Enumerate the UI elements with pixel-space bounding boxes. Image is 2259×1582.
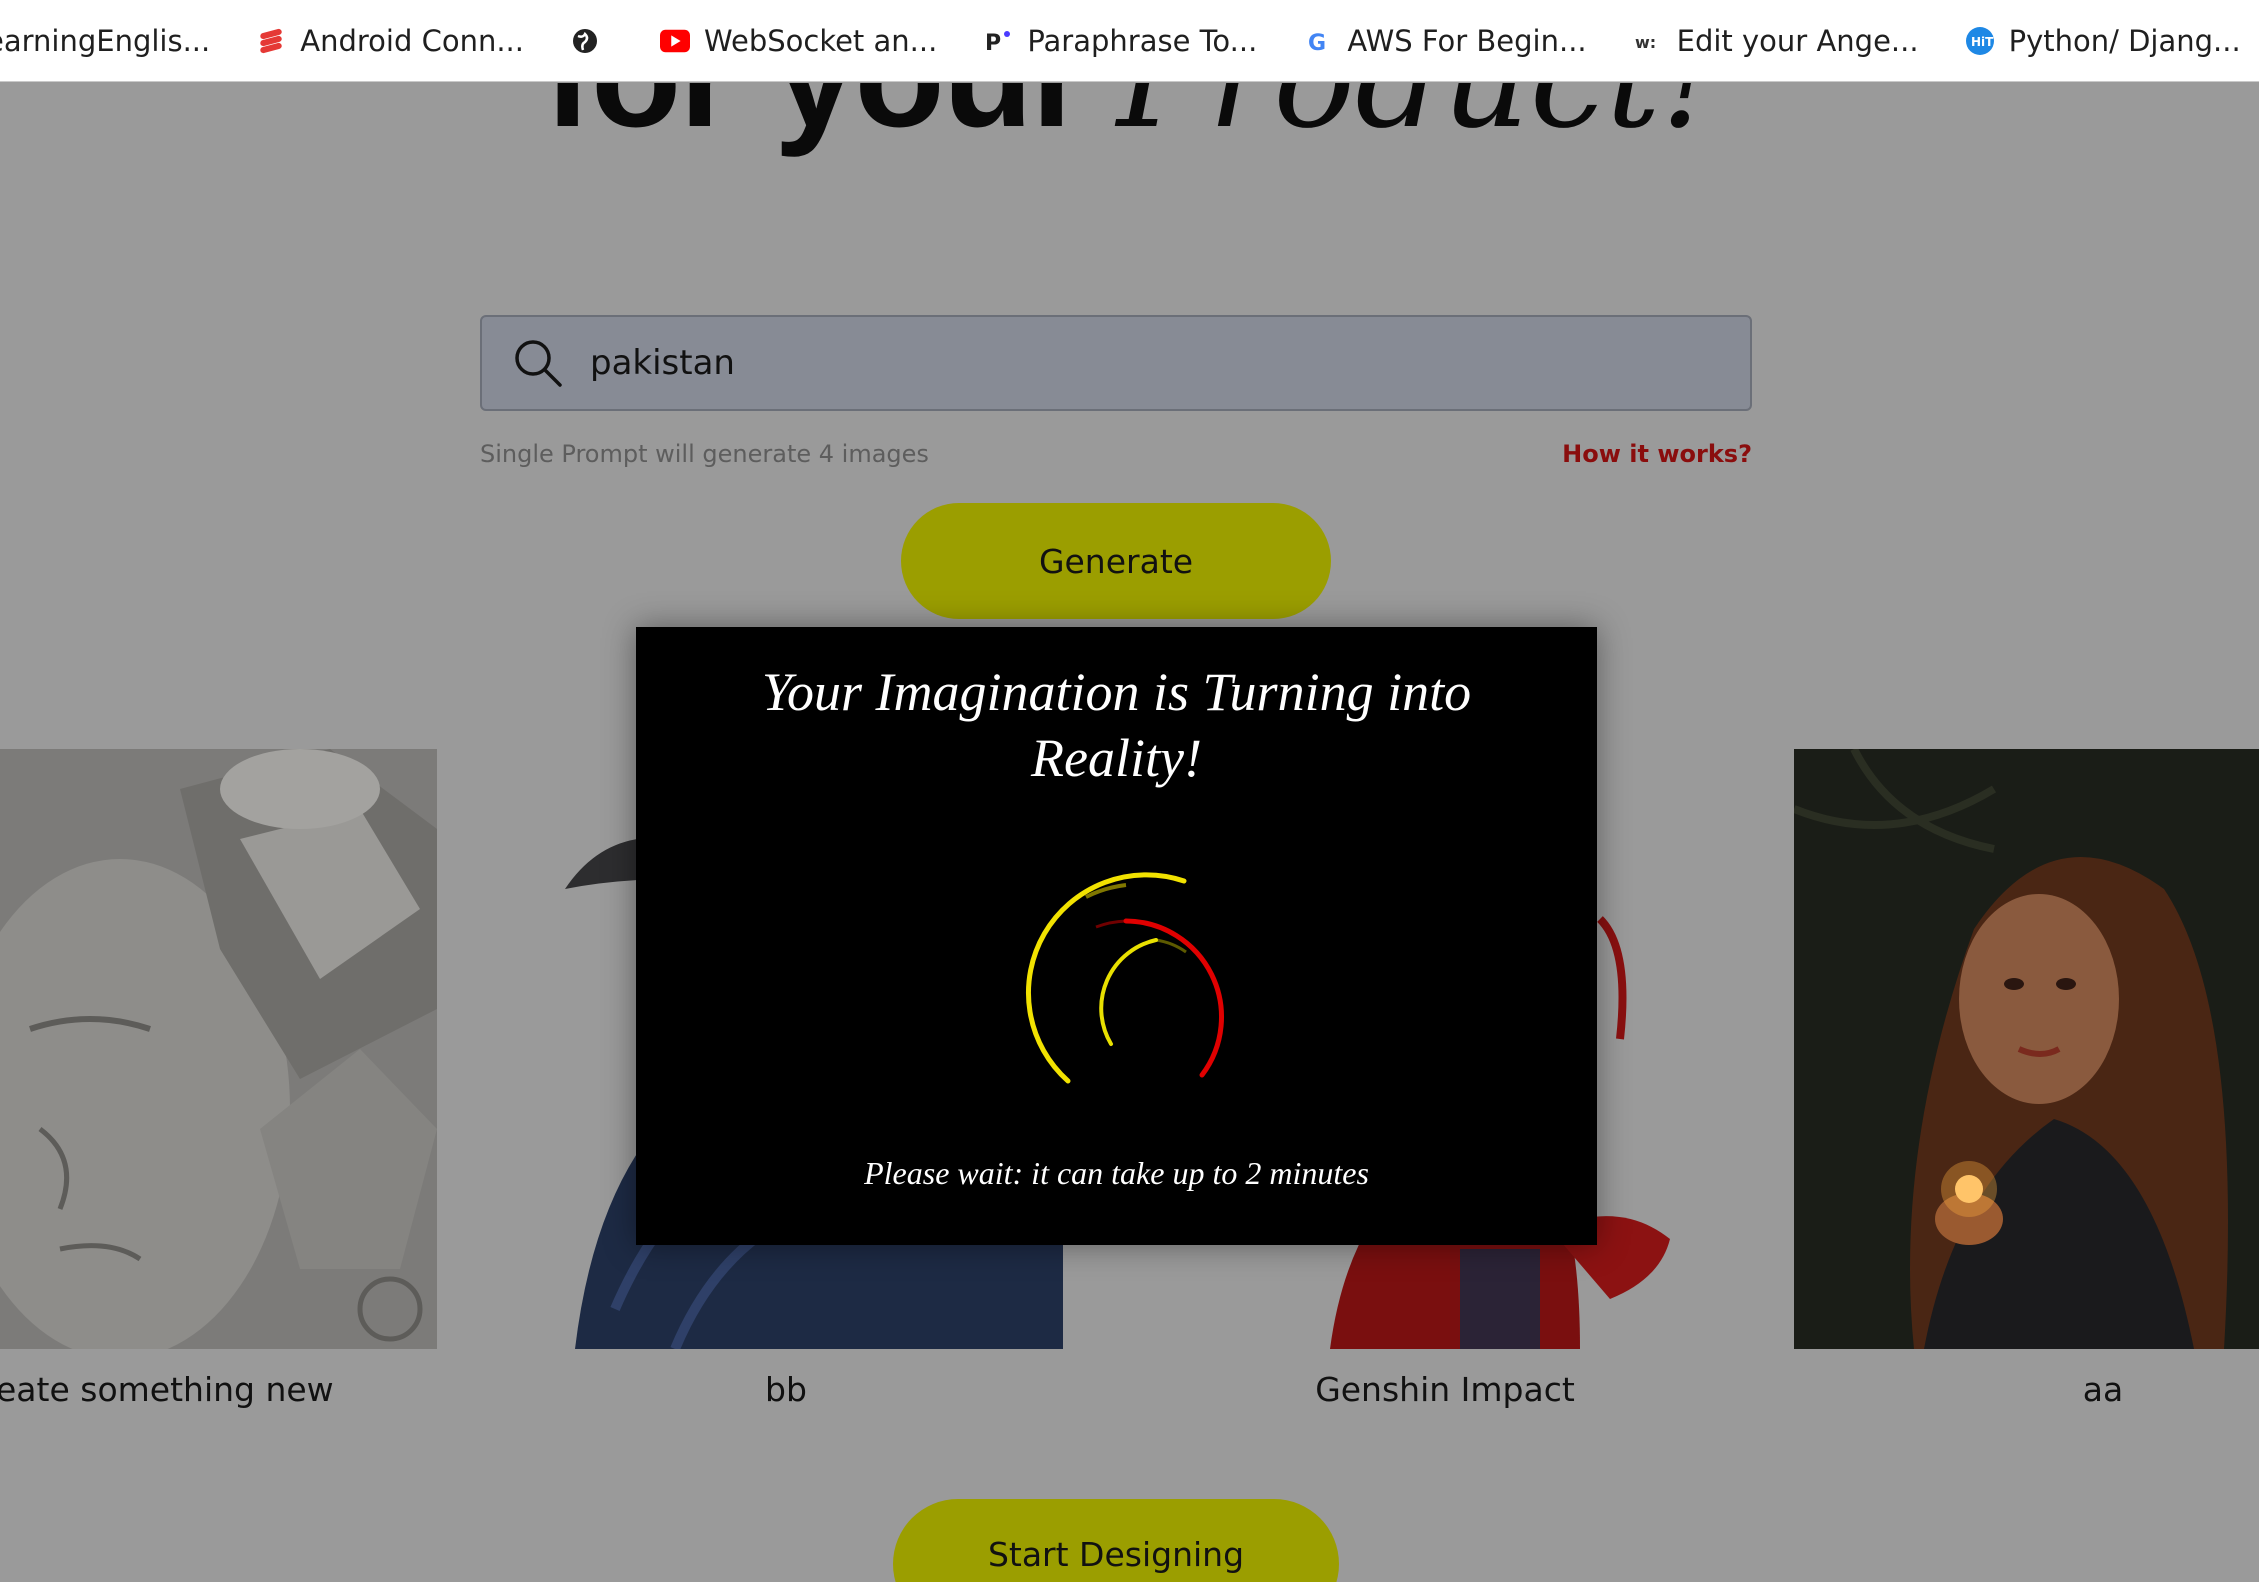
bookmark-label: earningEnglis... — [0, 23, 211, 58]
bookmark-python-django[interactable]: HiT Python/ Djang... — [1965, 0, 2241, 81]
prompt-input[interactable]: pakistan — [480, 315, 1752, 411]
bookmark-label: WebSocket an... — [704, 23, 938, 58]
search-icon — [515, 340, 562, 387]
statue-image — [0, 749, 437, 1349]
stack-icon — [256, 26, 286, 56]
bookmark-edit-angel[interactable]: w: Edit your Ange... — [1633, 0, 1919, 81]
svg-text:P: P — [985, 31, 1001, 56]
prompt-hint: Single Prompt will generate 4 images — [480, 440, 929, 468]
bookmark-paraphrase[interactable]: P Paraphrase To... — [983, 0, 1258, 81]
bookmark-label: Android Conn... — [300, 23, 524, 58]
bookmark-label: AWS For Begin... — [1347, 23, 1587, 58]
generate-button[interactable]: Generate — [901, 503, 1331, 619]
bookmark-label: Edit your Ange... — [1676, 23, 1919, 58]
how-it-works-link[interactable]: How it works? — [1562, 440, 1752, 468]
svg-text:w:: w: — [1635, 33, 1656, 52]
gallery-card-girl[interactable] — [1794, 749, 2259, 1349]
generate-label: Generate — [1038, 541, 1194, 581]
hit-icon: HiT — [1965, 26, 1995, 56]
youtube-icon — [660, 26, 690, 56]
gallery-label: bb — [765, 1370, 807, 1409]
gallery-label: eate something new — [0, 1370, 334, 1409]
modal-wait-text: Please wait: it can take up to 2 minutes — [864, 1155, 1369, 1191]
hero-script-text: Product! — [1117, 83, 1716, 159]
bookmark-android-conn[interactable]: Android Conn... — [256, 0, 524, 81]
loading-spinner-icon — [1025, 872, 1224, 1084]
start-designing-button[interactable]: Start Designing — [893, 1499, 1339, 1582]
svg-text:HiT: HiT — [1971, 35, 1994, 49]
bookmark-globe[interactable] — [570, 0, 614, 81]
bookmark-label: Python/ Djang... — [2008, 23, 2241, 58]
gallery-card-statue[interactable] — [0, 749, 437, 1349]
svg-text:G: G — [1308, 31, 1326, 56]
bookmark-websocket[interactable]: WebSocket an... — [660, 0, 938, 81]
loading-modal: Your Imagination is Turning into Reality… — [636, 627, 1597, 1245]
hero-plain-text: for your — [544, 83, 1089, 158]
google-icon: G — [1303, 26, 1333, 56]
prompt-value: pakistan — [590, 343, 735, 383]
girl-image — [1794, 749, 2259, 1349]
modal-title: Your Imagination is Turning into Reality… — [761, 662, 1472, 788]
globe-icon — [570, 26, 600, 56]
gallery-label: Genshin Impact — [1315, 1370, 1575, 1409]
paraphrase-icon: P — [983, 26, 1013, 56]
w-icon: w: — [1633, 26, 1663, 56]
bookmark-learning-english[interactable]: earningEnglis... — [0, 0, 211, 81]
bookmark-aws[interactable]: G AWS For Begin... — [1303, 0, 1587, 81]
gallery-label: aa — [2082, 1370, 2124, 1409]
hero-heading: for your Product! — [0, 83, 2259, 183]
bookmarks-bar: earningEnglis... Android Conn... WebSock… — [0, 0, 2259, 82]
bookmark-label: Paraphrase To... — [1027, 23, 1258, 58]
start-designing-label: Start Designing — [987, 1535, 1245, 1574]
